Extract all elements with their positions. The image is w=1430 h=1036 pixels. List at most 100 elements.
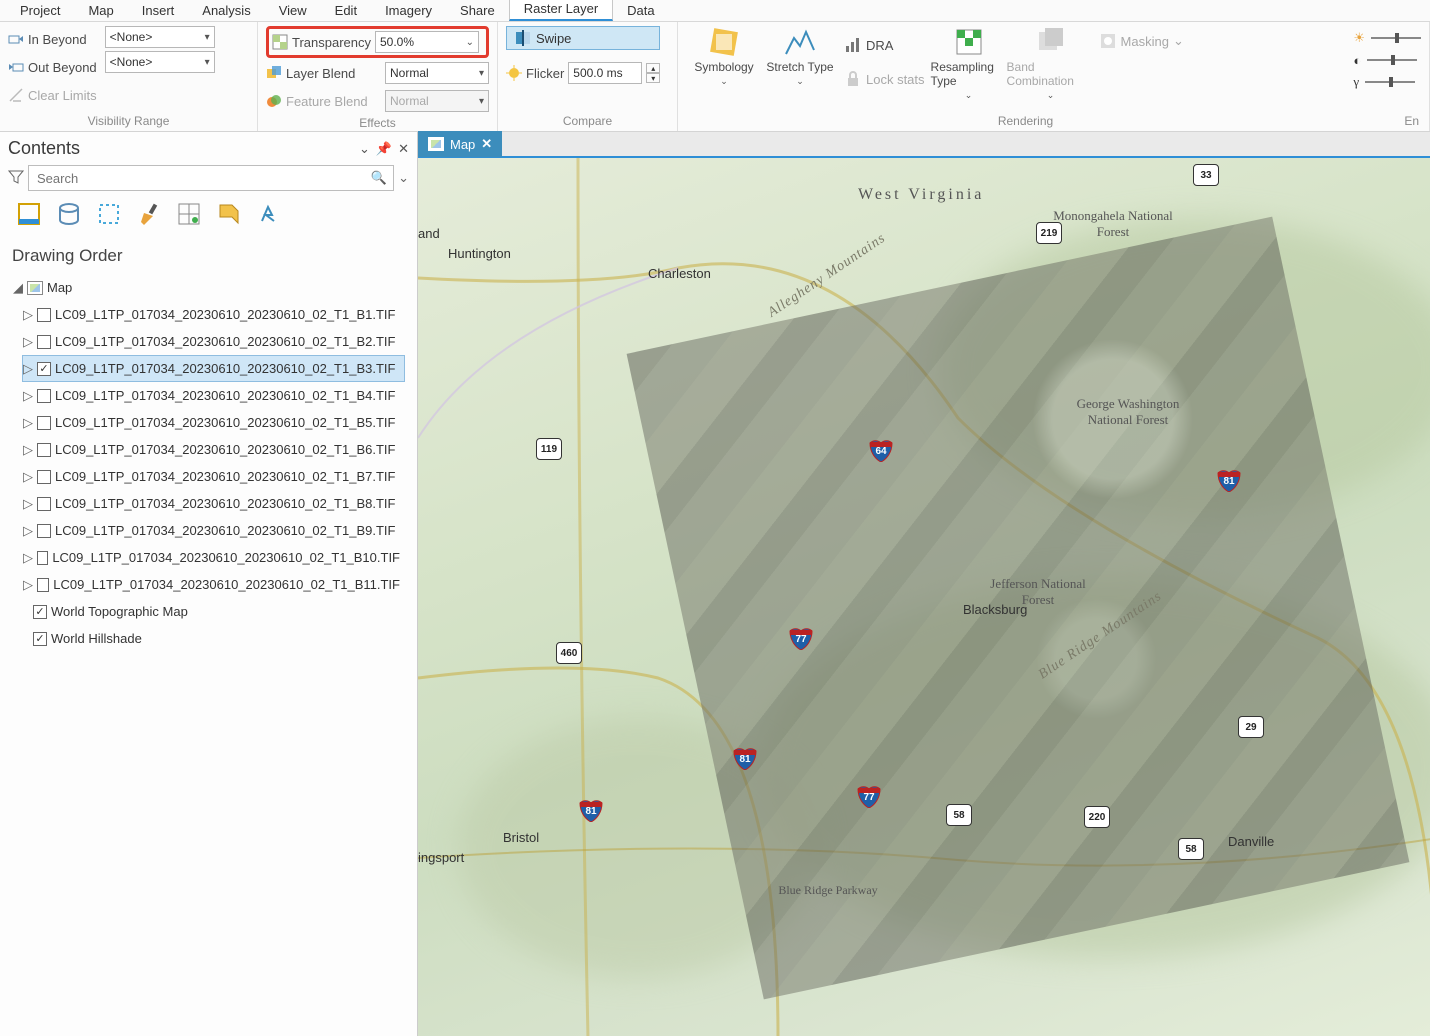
list-by-editing-icon[interactable] <box>136 201 162 230</box>
expander-icon[interactable]: ▷ <box>23 469 33 485</box>
list-by-perceptual-icon[interactable] <box>256 201 282 230</box>
lock-icon <box>844 70 862 88</box>
basemap-row[interactable]: World Topographic Map <box>32 598 405 625</box>
layer-checkbox[interactable] <box>37 443 51 457</box>
menu-edit[interactable]: Edit <box>321 1 371 21</box>
layer-blend-icon <box>266 65 282 81</box>
expander-icon[interactable]: ▷ <box>23 442 33 458</box>
resampling-icon <box>953 26 985 58</box>
label-gwash: George Washington National Forest <box>1068 396 1188 428</box>
expander-icon[interactable]: ▷ <box>23 577 33 593</box>
list-by-labeling-icon[interactable] <box>216 201 242 230</box>
in-beyond-label: In Beyond <box>28 32 87 47</box>
basemap-name: World Hillshade <box>51 631 142 646</box>
layer-name: LC09_L1TP_017034_20230610_20230610_02_T1… <box>55 523 395 538</box>
layer-name: LC09_L1TP_017034_20230610_20230610_02_T1… <box>55 388 395 403</box>
gamma-slider[interactable]: γ <box>1353 72 1421 92</box>
layer-name: LC09_L1TP_017034_20230610_20230610_02_T1… <box>53 577 400 592</box>
layer-row[interactable]: ▷LC09_L1TP_017034_20230610_20230610_02_T… <box>22 436 405 463</box>
us-route-shield: 58 <box>946 804 972 826</box>
interstate-shield: 77 <box>856 786 882 808</box>
list-by-source-icon[interactable] <box>56 201 82 230</box>
pin-icon[interactable]: 📌 <box>376 141 392 157</box>
label-westvirginia: West Virginia <box>858 186 984 204</box>
layer-row[interactable]: ▷LC09_L1TP_017034_20230610_20230610_02_T… <box>22 328 405 355</box>
list-by-drawing-order-icon[interactable] <box>16 201 42 230</box>
search-options-icon[interactable]: ⌄ <box>398 170 409 186</box>
search-icon[interactable]: 🔍 <box>371 170 387 186</box>
layer-row[interactable]: ▷ LC09_L1TP_017034_20230610_20230610_02_T… <box>22 382 405 409</box>
in-beyond-combo[interactable]: <None>▾ <box>105 26 215 48</box>
layer-row[interactable]: ▷ LC09_L1TP_017034_20230610_20230610_02_T… <box>22 517 405 544</box>
menu-project[interactable]: Project <box>6 1 74 21</box>
basemap-checkbox[interactable] <box>33 605 47 619</box>
layer-row[interactable]: ▷LC09_L1TP_017034_20230610_20230610_02_T… <box>22 355 405 382</box>
layer-row[interactable]: ▷LC09_L1TP_017034_20230610_20230610_02_T… <box>22 409 405 436</box>
menu-map[interactable]: Map <box>74 1 127 21</box>
expander-icon[interactable]: ▷ <box>23 361 33 377</box>
layer-checkbox[interactable] <box>37 551 48 565</box>
swipe-button[interactable]: Swipe <box>506 26 660 50</box>
layer-row[interactable]: ▷ LC09_L1TP_017034_20230610_20230610_02_T… <box>22 571 405 598</box>
menu-data[interactable]: Data <box>613 1 668 21</box>
filter-icon[interactable] <box>8 169 24 188</box>
list-by-selection-icon[interactable] <box>96 201 122 230</box>
expander-icon[interactable]: ▷ <box>23 334 33 350</box>
layer-checkbox[interactable] <box>37 389 51 403</box>
menu-insert[interactable]: Insert <box>128 1 189 21</box>
expander-icon[interactable]: ◢ <box>13 280 23 296</box>
collapse-icon[interactable]: ⌄ <box>359 141 370 157</box>
search-input[interactable] <box>35 170 371 187</box>
feature-blend-value: Normal <box>390 94 429 108</box>
transparency-combo[interactable]: 50.0%⌄ <box>375 31 479 53</box>
feature-blend-combo: Normal▾ <box>385 90 489 112</box>
layer-row[interactable]: ▷LC09_L1TP_017034_20230610_20230610_02_T… <box>22 490 405 517</box>
list-by-snapping-icon[interactable] <box>176 201 202 230</box>
map-canvas[interactable]: West Virginia Charleston Huntington and … <box>418 158 1430 1036</box>
expander-icon[interactable]: ▷ <box>23 307 33 323</box>
layer-blend-combo[interactable]: Normal▾ <box>385 62 489 84</box>
brightness-slider[interactable]: ☀ <box>1353 28 1421 48</box>
us-route-shield: 460 <box>556 642 582 664</box>
menu-raster-layer[interactable]: Raster Layer <box>509 0 613 21</box>
basemap-checkbox[interactable] <box>33 632 47 646</box>
contrast-slider[interactable]: ◐ <box>1353 50 1421 70</box>
layer-row[interactable]: ▷LC09_L1TP_017034_20230610_20230610_02_T… <box>22 463 405 490</box>
layer-checkbox[interactable] <box>37 362 51 376</box>
layer-row[interactable]: ▷ LC09_L1TP_017034_20230610_20230610_02_T… <box>22 544 405 571</box>
menu-analysis[interactable]: Analysis <box>188 1 264 21</box>
out-beyond-combo[interactable]: <None>▾ <box>105 51 215 73</box>
flicker-spinner[interactable]: ▴▾ <box>646 63 660 83</box>
layer-row[interactable]: ▷LC09_L1TP_017034_20230610_20230610_02_T… <box>22 301 405 328</box>
layer-checkbox[interactable] <box>37 578 49 592</box>
expander-icon[interactable]: ▷ <box>23 388 33 404</box>
close-tab-icon[interactable]: ✕ <box>481 136 492 152</box>
interstate-shield: 81 <box>1216 470 1242 492</box>
menu-imagery[interactable]: Imagery <box>371 1 446 21</box>
expander-icon[interactable]: ▷ <box>23 415 33 431</box>
layer-checkbox[interactable] <box>37 335 51 349</box>
transparency-value: 50.0% <box>380 35 414 49</box>
expander-icon[interactable]: ▷ <box>23 496 33 512</box>
menu-view[interactable]: View <box>265 1 321 21</box>
close-pane-icon[interactable]: ✕ <box>398 141 409 157</box>
map-tab[interactable]: Map ✕ <box>418 131 502 157</box>
expander-icon[interactable]: ▷ <box>23 523 33 539</box>
dra-button[interactable]: DRA <box>844 32 925 58</box>
flicker-input[interactable]: 500.0 ms <box>568 62 642 84</box>
layer-checkbox[interactable] <box>37 497 51 511</box>
drawing-order-heading: Drawing Order <box>12 246 405 266</box>
expander-icon[interactable]: ▷ <box>23 550 33 566</box>
resampling-button[interactable]: Resampling Type⌄ <box>931 26 1007 101</box>
stretch-type-button[interactable]: Stretch Type⌄ <box>762 26 838 87</box>
layer-name: LC09_L1TP_017034_20230610_20230610_02_T1… <box>52 550 400 565</box>
menu-share[interactable]: Share <box>446 1 509 21</box>
symbology-button[interactable]: Symbology⌄ <box>686 26 762 87</box>
layer-checkbox[interactable] <box>37 416 51 430</box>
basemap-row[interactable]: World Hillshade <box>32 625 405 652</box>
toc-map-root[interactable]: ◢ Map <box>12 274 405 301</box>
layer-checkbox[interactable] <box>37 308 51 322</box>
basemap-name: World Topographic Map <box>51 604 188 619</box>
layer-checkbox[interactable] <box>37 470 51 484</box>
layer-checkbox[interactable] <box>37 524 51 538</box>
